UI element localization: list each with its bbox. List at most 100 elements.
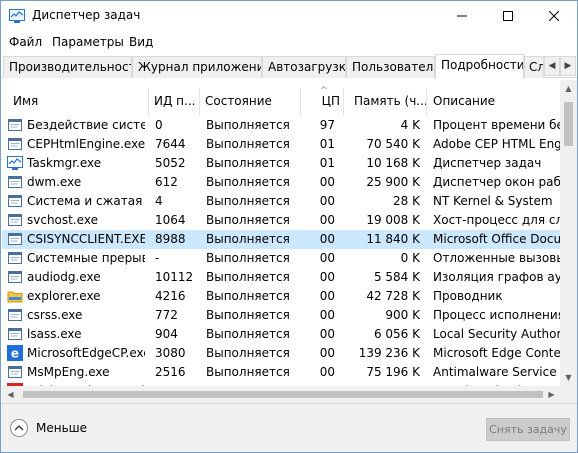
- process-name: dwm.exe: [27, 175, 82, 189]
- table-row[interactable]: explorer.exe 4216 Выполняется 00 42 728 K Про…: [2, 287, 560, 306]
- tab-scroll-right-button[interactable]: ▶: [560, 56, 576, 76]
- process-status: Выполняется: [206, 118, 290, 132]
- process-description: Adobe CEP HTML Engi...: [433, 137, 560, 151]
- end-task-button[interactable]: Снять задачу: [486, 418, 570, 441]
- scroll-left-button[interactable]: ◀: [2, 386, 19, 403]
- vertical-scrollbar[interactable]: ▲ ▼: [560, 80, 577, 386]
- chevron-right-icon: ▶: [564, 61, 572, 71]
- scroll-down-button[interactable]: ▼: [560, 369, 577, 386]
- system-idle-icon: [7, 117, 23, 133]
- tab-startup[interactable]: Автозагрузка: [262, 56, 346, 78]
- column-divider[interactable]: [148, 88, 149, 116]
- fewer-details-toggle[interactable]: Меньше: [10, 419, 110, 439]
- process-memory: 10 168 K: [366, 156, 420, 170]
- process-cpu: 00: [319, 194, 335, 208]
- process-description: Local Security Authorit...: [433, 327, 560, 341]
- footer: Меньше Снять задачу: [1, 403, 577, 452]
- table-row[interactable]: CSISYNCCLIENT.EXE 8988 Выполняется 00 11 840…: [2, 230, 560, 249]
- process-cpu: 00: [319, 213, 335, 227]
- menu-view[interactable]: Вид: [129, 35, 153, 49]
- table-row[interactable]: Система и сжатая п... 4 Выполняется 00 28 K N…: [2, 192, 560, 211]
- process-cpu: 00: [319, 346, 335, 360]
- process-description: NT Kernel & System: [433, 194, 553, 208]
- process-name: audiodg.exe: [27, 270, 101, 284]
- process-name: Бездействие системы: [27, 118, 145, 132]
- table-row[interactable]: MsMpEng.exe 2516 Выполняется 00 75 196 K Anti…: [2, 363, 560, 382]
- process-pid: 7644: [155, 137, 186, 151]
- process-description: Microsoft Office Docu...: [433, 232, 560, 246]
- column-header-memory[interactable]: Память (ч...: [354, 94, 426, 108]
- column-divider[interactable]: [343, 88, 344, 116]
- table-row[interactable]: Системные прерыв...- Выполняется 00 0 K Отло…: [2, 249, 560, 268]
- horizontal-scroll-thumb[interactable]: [23, 391, 543, 398]
- table-row[interactable]: svchost.exe 1064 Выполняется 00 19 008 K Хост…: [2, 211, 560, 230]
- table-row[interactable]: csrss.exe 772 Выполняется 00 900 K Процесс ис…: [2, 306, 560, 325]
- column-header-status[interactable]: Состояние: [205, 94, 300, 108]
- table-row[interactable]: dwm.exe 612 Выполняется 00 25 900 K Диспетчер…: [2, 173, 560, 192]
- menu-bar: Файл Параметры Вид: [1, 32, 577, 54]
- column-header-name[interactable]: Имя: [13, 94, 148, 108]
- generic-process-icon: [7, 250, 23, 266]
- generic-process-icon: [7, 136, 23, 152]
- horizontal-scrollbar[interactable]: ◀ ▶: [2, 386, 560, 403]
- table-header: Имя ИД п... Состояние ^ ЦП Память (ч... …: [2, 86, 560, 116]
- process-cpu: 00: [319, 308, 335, 322]
- process-memory: 11 840 K: [366, 232, 420, 246]
- chevron-right-icon: ▶: [548, 390, 555, 399]
- process-pid: 2516: [155, 365, 186, 379]
- table-row[interactable]: lsass.exe 904 Выполняется 00 6 056 K Local Se…: [2, 325, 560, 344]
- close-button[interactable]: [531, 1, 577, 32]
- chevron-left-icon: ◀: [7, 390, 14, 399]
- generic-process-icon: [7, 212, 23, 228]
- minimize-icon: [457, 10, 467, 24]
- column-header-description[interactable]: Описание: [433, 94, 553, 108]
- table-row[interactable]: Бездействие системы 0 Выполняется 97 4 K Проц…: [2, 116, 560, 135]
- column-divider[interactable]: [199, 88, 200, 116]
- process-pid: 8988: [155, 232, 186, 246]
- tab-details[interactable]: Подробности: [435, 54, 524, 79]
- process-memory: 139 236 K: [358, 346, 420, 360]
- process-pid: 4216: [155, 289, 186, 303]
- generic-process-icon: [7, 307, 23, 323]
- tab-performance[interactable]: Производительность: [3, 56, 132, 78]
- column-divider[interactable]: [300, 88, 301, 116]
- table-row[interactable]: audiodg.exe 10112 Выполняется 00 5 584 K Изол…: [2, 268, 560, 287]
- menu-options[interactable]: Параметры: [52, 35, 124, 49]
- process-status: Выполняется: [206, 327, 290, 341]
- taskmgr-icon: [7, 155, 23, 171]
- generic-process-icon: [7, 174, 23, 190]
- process-status: Выполняется: [206, 365, 290, 379]
- tab-scroll-left-button[interactable]: ◀: [544, 56, 560, 76]
- generic-process-icon: [7, 326, 23, 342]
- process-cpu: 00: [319, 365, 335, 379]
- generic-process-icon: [7, 364, 23, 380]
- scrollbar-corner: [560, 386, 577, 403]
- column-header-cpu[interactable]: ЦП: [312, 94, 340, 108]
- process-pid: 4: [155, 194, 163, 208]
- column-divider[interactable]: [426, 88, 427, 116]
- table-row[interactable]: e MicrosoftEdgeCP.exe 3080 Выполняется 00 139…: [2, 344, 560, 363]
- scroll-up-button[interactable]: ▲: [560, 80, 577, 97]
- process-memory: 4 K: [400, 118, 420, 132]
- process-memory: 28 K: [393, 194, 420, 208]
- title-bar[interactable]: Диспетчер задач: [1, 1, 577, 32]
- column-header-pid[interactable]: ИД п...: [154, 94, 198, 108]
- process-name: Система и сжатая п...: [27, 194, 145, 208]
- vertical-scroll-thumb[interactable]: [564, 102, 573, 146]
- scroll-right-button[interactable]: ▶: [543, 386, 560, 403]
- table-row[interactable]: CEPHtmlEngine.exe 7644 Выполняется 01 70 540…: [2, 135, 560, 154]
- table-row[interactable]: Taskmgr.exe 5052 Выполняется 01 10 168 K Дисп…: [2, 154, 560, 173]
- process-memory: 900 K: [385, 308, 420, 322]
- process-description: Процент времени без...: [433, 118, 560, 132]
- process-pid: -: [155, 251, 160, 265]
- minimize-button[interactable]: [439, 1, 485, 32]
- menu-file[interactable]: Файл: [9, 35, 42, 49]
- process-status: Выполняется: [206, 175, 290, 189]
- process-pid: 5052: [155, 156, 186, 170]
- tab-services[interactable]: Сл: [524, 56, 544, 78]
- process-description: Отложенные вызовы ...: [433, 251, 560, 265]
- tab-users[interactable]: Пользователи: [346, 56, 435, 78]
- process-description: Microsoft Edge Conte...: [433, 346, 560, 360]
- maximize-button[interactable]: [485, 1, 531, 32]
- tab-app-history[interactable]: Журнал приложений: [132, 56, 262, 78]
